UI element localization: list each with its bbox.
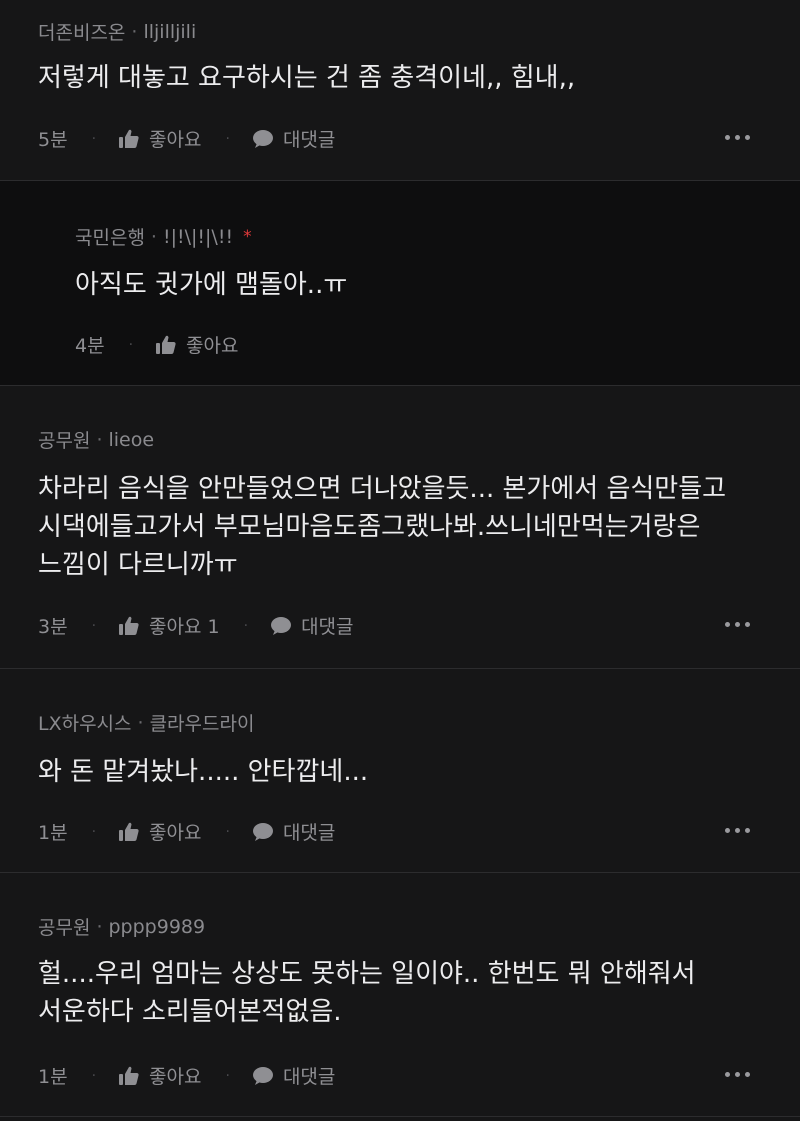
like-button[interactable]: 좋아요 xyxy=(118,1062,201,1089)
speech-bubble-icon xyxy=(252,1066,273,1085)
company-name: LX하우시스 xyxy=(38,713,132,735)
meta-separator: · xyxy=(150,225,157,248)
comment-actions: 5분 · 좋아요 · 대댓글 xyxy=(38,125,335,152)
action-separator: · xyxy=(91,617,97,634)
like-button[interactable]: 좋아요 xyxy=(118,125,201,152)
comment-text: 와 돈 맡겨놨나..... 안타깝네... xyxy=(38,757,369,787)
reply-button[interactable]: 대댓글 xyxy=(252,125,335,152)
meta-separator: · xyxy=(96,915,103,938)
thumbs-up-icon xyxy=(119,822,139,841)
comment-time: 3분 xyxy=(38,616,68,638)
more-options-button[interactable] xyxy=(725,828,750,833)
comment-item: LX하우시스 · 클라우드라이 와 돈 맡겨놨나..... 안타깝네... 1분… xyxy=(0,669,800,873)
meta-separator: · xyxy=(96,428,103,451)
comment-meta: LX하우시스 · 클라우드라이 xyxy=(38,709,254,736)
username[interactable]: 클라우드라이 xyxy=(150,709,255,736)
reply-button[interactable]: 대댓글 xyxy=(252,818,335,845)
username[interactable]: !|!\|!|\!! xyxy=(163,226,233,248)
company-name: 더존비즈온 xyxy=(38,22,126,44)
more-icon xyxy=(725,622,730,627)
company-name: 국민은행 xyxy=(75,227,145,249)
company-name: 공무원 xyxy=(38,430,91,452)
like-label: 좋아요 1 xyxy=(149,616,220,638)
like-button[interactable]: 좋아요 xyxy=(118,818,201,845)
username[interactable]: lljilljili xyxy=(143,21,196,43)
action-separator: · xyxy=(91,1067,97,1084)
more-icon xyxy=(725,828,730,833)
username[interactable]: lieoe xyxy=(109,429,155,451)
like-button[interactable]: 좋아요 1 xyxy=(118,612,220,639)
comment-actions: 1분 · 좋아요 · 대댓글 xyxy=(38,1062,335,1089)
like-button[interactable]: 좋아요 xyxy=(155,331,238,358)
action-separator: · xyxy=(243,617,249,634)
comment-item: 공무원 · lieoe 차라리 음식을 안만들었으면 더나았을듯... 본가에서… xyxy=(0,386,800,669)
reply-label: 대댓글 xyxy=(282,129,336,151)
username[interactable]: pppp9989 xyxy=(109,916,206,938)
reply-button[interactable]: 대댓글 xyxy=(252,1062,335,1089)
reply-label: 대댓글 xyxy=(301,616,354,638)
comment-text: 저렇게 대놓고 요구하시는 건 좀 충격이네,, 힘내,, xyxy=(38,63,576,93)
comment-item: 공무원 · pppp9989 헐....우리 엄마는 상상도 못하는 일이야..… xyxy=(0,873,800,1117)
comment-time: 1분 xyxy=(38,822,68,844)
comment-text: 아직도 귓가에 맴돌아..ㅠ xyxy=(75,270,348,300)
reply-label: 대댓글 xyxy=(282,822,336,844)
action-separator: · xyxy=(225,1067,230,1084)
comment-meta: 국민은행 · !|!\|!|\!! * xyxy=(75,223,252,250)
comment-actions: 4분 · 좋아요 xyxy=(75,331,238,358)
reply-label: 대댓글 xyxy=(282,1066,336,1088)
comment-meta: 공무원 · lieoe xyxy=(38,426,154,453)
more-options-button[interactable] xyxy=(725,1072,750,1077)
action-separator: · xyxy=(128,336,134,353)
speech-bubble-icon xyxy=(252,822,273,841)
comment-meta: 더존비즈온 · lljilljili xyxy=(38,18,196,45)
action-separator: · xyxy=(91,130,97,147)
thumbs-up-icon xyxy=(156,335,176,354)
thumbs-up-icon xyxy=(119,1066,139,1085)
action-separator: · xyxy=(91,823,97,840)
comment-item: 더존비즈온 · lljilljili 저렇게 대놓고 요구하시는 건 좀 충격이… xyxy=(0,0,800,181)
comment-time: 5분 xyxy=(38,129,68,151)
meta-separator: · xyxy=(137,711,144,734)
reply-comment-item: 국민은행 · !|!\|!|\!! * 아직도 귓가에 맴돌아..ㅠ 4분 · … xyxy=(0,181,800,386)
comment-meta: 공무원 · pppp9989 xyxy=(38,913,205,940)
thumbs-up-icon xyxy=(119,129,139,148)
thumbs-up-icon xyxy=(119,616,139,635)
speech-bubble-icon xyxy=(271,616,292,635)
more-options-button[interactable] xyxy=(725,622,750,627)
comment-thread: 더존비즈온 · lljilljili 저렇게 대놓고 요구하시는 건 좀 충격이… xyxy=(0,0,800,1117)
comment-text: 차라리 음식을 안만들었으면 더나았을듯... 본가에서 음식만들고 시댁에들고… xyxy=(38,474,735,580)
like-label: 좋아요 xyxy=(149,1066,202,1088)
more-icon xyxy=(725,135,730,140)
like-label: 좋아요 xyxy=(149,822,202,844)
like-label: 좋아요 xyxy=(149,129,202,151)
meta-separator: · xyxy=(131,20,138,43)
comment-time: 4분 xyxy=(75,335,105,357)
more-icon xyxy=(725,1072,730,1077)
action-separator: · xyxy=(225,130,230,147)
reply-button[interactable]: 대댓글 xyxy=(270,612,354,639)
more-options-button[interactable] xyxy=(725,135,750,140)
comment-time: 1분 xyxy=(38,1066,68,1088)
comment-text: 헐....우리 엄마는 상상도 못하는 일이야.. 한번도 뭐 안해줘서 서운하… xyxy=(38,959,704,1027)
speech-bubble-icon xyxy=(252,129,273,148)
like-label: 좋아요 xyxy=(186,335,239,357)
author-mark: * xyxy=(243,226,252,247)
comment-actions: 1분 · 좋아요 · 대댓글 xyxy=(38,818,335,845)
comment-actions: 3분 · 좋아요 1 · 대댓글 xyxy=(38,612,354,639)
company-name: 공무원 xyxy=(38,917,91,939)
action-separator: · xyxy=(225,823,230,840)
